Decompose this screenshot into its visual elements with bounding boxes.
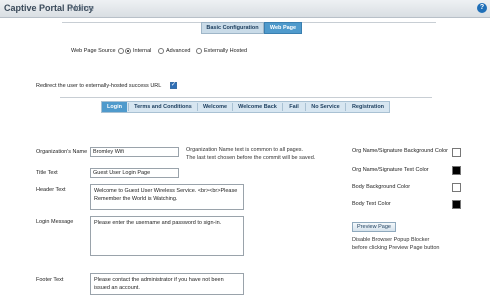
org-bg-color-swatch[interactable]: [452, 148, 461, 157]
tab-separator: [128, 103, 129, 111]
tab-web-page[interactable]: Web Page: [264, 22, 302, 34]
header-text-area[interactable]: Welcome to Guest User Wireless Service. …: [90, 184, 244, 210]
tab-separator: [232, 103, 233, 111]
redirect-label: Redirect the user to externally-hosted s…: [36, 83, 162, 89]
body-bg-color-label: Body Background Color: [352, 184, 411, 190]
body-text-color-label: Body Text Color: [352, 201, 391, 207]
org-bg-color-label: Org Name/Signature Background Color: [352, 148, 448, 154]
preview-page-button[interactable]: Preview Page: [352, 222, 396, 232]
title-text-input[interactable]: Guest User Login Page: [90, 168, 179, 178]
page-title: Home: [70, 3, 95, 13]
redirect-checkbox[interactable]: ✓: [170, 82, 177, 89]
footer-text-area[interactable]: Please contact the administrator if you …: [90, 273, 244, 295]
body-bg-color-swatch[interactable]: [452, 183, 461, 192]
divider: [60, 97, 432, 98]
tab-welcome[interactable]: Welcome: [199, 102, 231, 112]
radio-advanced-label: Advanced: [166, 48, 191, 54]
org-name-label: Organization's Name: [36, 149, 88, 155]
login-message-area[interactable]: Please enter the username and password t…: [90, 216, 244, 256]
help-icon[interactable]: ?: [477, 3, 487, 13]
tab-basic-configuration[interactable]: Basic Configuration: [201, 22, 264, 34]
header-text-label: Header Text: [36, 187, 66, 193]
radio-internal-label: Internal: [133, 48, 152, 54]
preview-note: Disable Browser Popup Blocker before cli…: [352, 237, 440, 251]
tab-separator: [305, 103, 306, 111]
login-message-label: Login Message: [36, 219, 74, 225]
org-name-note: Organization Name text is common to all …: [186, 147, 316, 161]
radio-externally-hosted-label: Externally Hosted: [204, 48, 248, 54]
org-text-color-label: Org Name/Signature Text Color: [352, 167, 429, 173]
org-text-color-swatch[interactable]: [452, 166, 461, 175]
tab-fail[interactable]: Fail: [284, 102, 304, 112]
web-page-source-label: Web Page Source: [71, 48, 116, 54]
tab-terms-and-conditions[interactable]: Terms and Conditions: [130, 102, 196, 112]
radio-externally-hosted[interactable]: [196, 48, 202, 54]
radio-internal[interactable]: [125, 48, 131, 54]
org-name-input[interactable]: Bromley Wifi: [90, 147, 179, 157]
title-bar: Captive Portal Policy Home ?: [0, 0, 490, 18]
tab-welcome-back[interactable]: Welcome Back: [234, 102, 281, 112]
radio-advanced[interactable]: [158, 48, 164, 54]
footer-text-label: Footer Text: [36, 277, 64, 283]
title-text-label: Title Text: [36, 170, 58, 176]
tab-no-service[interactable]: No Service: [307, 102, 344, 112]
tab-login[interactable]: Login: [102, 102, 127, 112]
radio-extra[interactable]: [118, 48, 124, 54]
body-text-color-swatch[interactable]: [452, 200, 461, 209]
tab-separator: [345, 103, 346, 111]
tab-registration[interactable]: Registration: [347, 102, 389, 112]
tab-separator: [197, 103, 198, 111]
tab-separator: [282, 103, 283, 111]
sub-tab-bar: Login Terms and Conditions Welcome Welco…: [101, 101, 390, 113]
